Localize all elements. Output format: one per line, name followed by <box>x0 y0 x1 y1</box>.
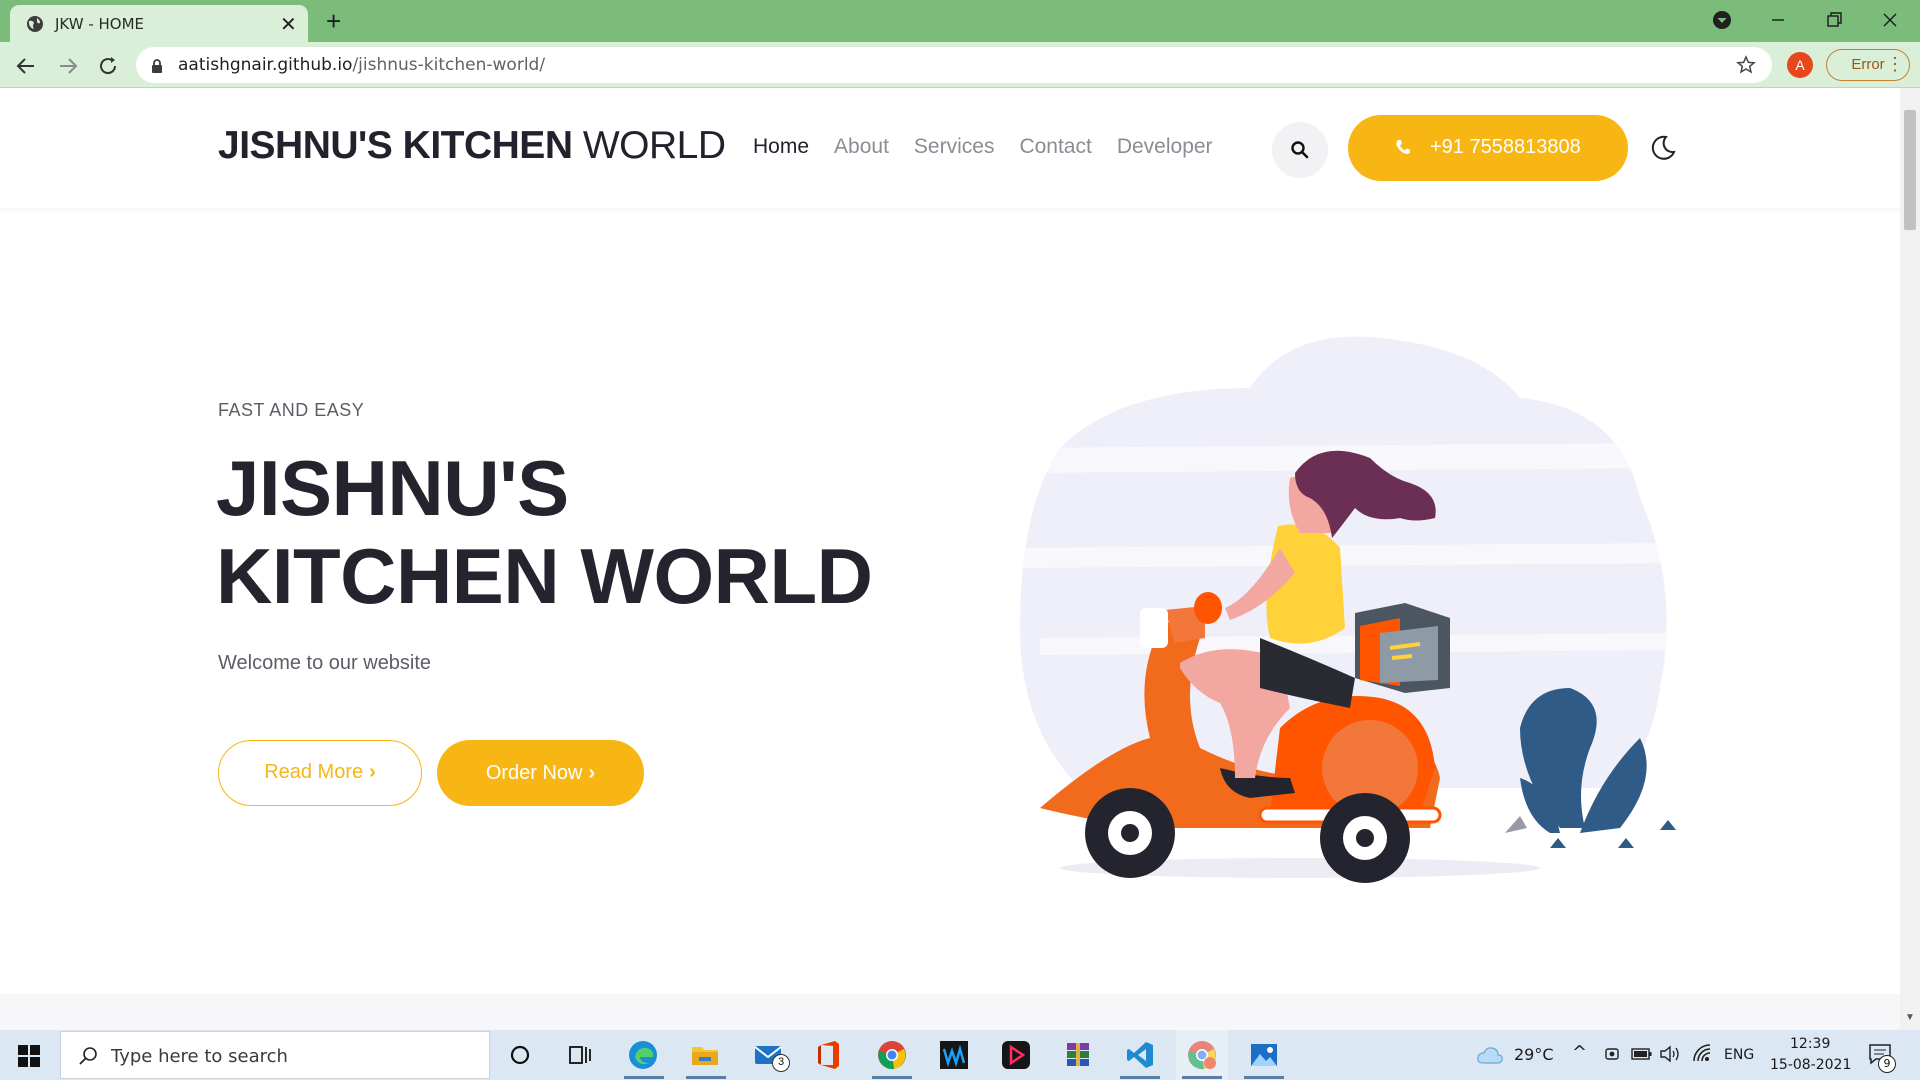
hero-title-line1: JISHNU'S <box>216 444 569 532</box>
read-more-button[interactable]: Read More › <box>218 740 422 806</box>
phone-call-button[interactable]: +91 7558813808 <box>1348 115 1628 181</box>
brand-bold: JISHNU'S KITCHEN <box>218 124 573 167</box>
notification-badge: 9 <box>1878 1055 1896 1073</box>
scrollbar-thumb[interactable] <box>1904 110 1916 230</box>
language-indicator[interactable]: ENG <box>1724 1047 1754 1063</box>
profile-avatar[interactable]: A <box>1787 52 1813 78</box>
chevron-right-icon: › <box>588 762 596 784</box>
clock-time[interactable]: 12:39 <box>1790 1036 1830 1052</box>
page-scrollbar[interactable]: ▼ <box>1900 88 1920 1030</box>
office-icon[interactable] <box>813 1039 845 1071</box>
vscode-running-indicator <box>1120 1076 1160 1079</box>
mail-badge: 3 <box>772 1054 790 1072</box>
site-header: JISHNU'S KITCHEN WORLD Home About Servic… <box>0 88 1900 208</box>
chrome-profile-running-indicator <box>1182 1076 1222 1079</box>
nav-about[interactable]: About <box>834 135 889 159</box>
taskbar-search-input[interactable]: Type here to search <box>60 1031 490 1079</box>
tab-title: JKW - HOME <box>55 15 145 33</box>
windows-taskbar: Type here to search 3 29°C ^ ENG 12:39 1… <box>0 1030 1920 1080</box>
search-button[interactable] <box>1272 122 1328 178</box>
reload-icon[interactable] <box>96 54 120 78</box>
clock-date[interactable]: 15-08-2021 <box>1770 1057 1851 1073</box>
read-more-label: Read More <box>264 761 364 783</box>
meet-now-icon[interactable] <box>1604 1045 1620 1063</box>
search-icon <box>1291 141 1309 159</box>
address-bar[interactable]: aatishgnair.github.io/jishnus-kitchen-wo… <box>136 47 1772 83</box>
edge-browser-icon[interactable] <box>627 1039 659 1071</box>
photos-icon[interactable] <box>1248 1039 1280 1071</box>
hero-eyebrow: FAST AND EASY <box>218 400 365 420</box>
url-text: aatishgnair.github.io/jishnus-kitchen-wo… <box>178 55 545 75</box>
web-page: JISHNU'S KITCHEN WORLD Home About Servic… <box>0 88 1900 1030</box>
order-now-button[interactable]: Order Now › <box>437 740 644 806</box>
restore-icon[interactable] <box>1820 6 1848 34</box>
hero-title-line2: KITCHEN WORLD <box>216 532 873 620</box>
lock-icon[interactable] <box>150 58 164 74</box>
chrome-running-indicator <box>872 1076 912 1079</box>
weather-cloud-icon[interactable] <box>1476 1043 1504 1067</box>
chevron-right-icon: › <box>369 761 376 783</box>
next-section-edge <box>0 994 1900 1030</box>
volume-icon[interactable] <box>1659 1044 1681 1064</box>
bookmark-star-icon[interactable] <box>1736 55 1756 75</box>
file-explorer-icon[interactable] <box>689 1039 721 1071</box>
tab-search-icon[interactable] <box>1708 6 1736 34</box>
menu-dots-icon[interactable]: ⋮ <box>1886 54 1904 75</box>
waves-app-icon[interactable] <box>938 1039 970 1071</box>
dark-mode-toggle-icon[interactable] <box>1648 133 1678 163</box>
photos-running-indicator <box>1244 1076 1284 1079</box>
battery-icon[interactable] <box>1631 1047 1653 1061</box>
nav-developer[interactable]: Developer <box>1117 135 1213 159</box>
globe-icon <box>27 16 43 32</box>
wifi-icon[interactable] <box>1691 1044 1713 1064</box>
error-label: Error <box>1851 56 1885 73</box>
new-tab-button[interactable]: + <box>326 6 341 37</box>
site-logo[interactable]: JISHNU'S KITCHEN WORLD <box>218 124 726 168</box>
url-host: aatishgnair.github.io <box>178 55 353 75</box>
edge-running-indicator <box>624 1076 664 1079</box>
nav-services[interactable]: Services <box>914 135 995 159</box>
back-arrow-icon[interactable] <box>14 54 38 78</box>
task-view-icon[interactable] <box>564 1039 596 1071</box>
tab-close-icon[interactable]: ✕ <box>280 12 297 37</box>
browser-tab-strip: JKW - HOME ✕ + <box>0 0 1920 42</box>
browser-tab[interactable]: JKW - HOME ✕ <box>10 5 308 42</box>
search-placeholder: Type here to search <box>111 1046 288 1067</box>
order-now-label: Order Now <box>485 762 583 784</box>
vscode-icon[interactable] <box>1124 1039 1156 1071</box>
explorer-running-indicator <box>686 1076 726 1079</box>
browser-toolbar: aatishgnair.github.io/jishnus-kitchen-wo… <box>0 42 1920 88</box>
weather-temp[interactable]: 29°C <box>1514 1045 1554 1064</box>
nav-contact[interactable]: Contact <box>1019 135 1091 159</box>
phone-number: +91 7558813808 <box>1430 136 1581 158</box>
phone-icon <box>1396 140 1410 154</box>
cortana-circle-icon[interactable] <box>504 1039 536 1071</box>
video-editor-icon[interactable] <box>1000 1039 1032 1071</box>
active-app-highlight <box>1176 1030 1228 1080</box>
forward-arrow-icon[interactable] <box>56 54 80 78</box>
search-icon <box>79 1047 97 1065</box>
brand-light: WORLD <box>572 124 726 167</box>
tray-chevron-up-icon[interactable]: ^ <box>1572 1042 1587 1063</box>
main-nav: Home About Services Contact Developer <box>753 135 1213 159</box>
scroll-down-arrow-icon[interactable]: ▼ <box>1905 1012 1915 1023</box>
winrar-icon[interactable] <box>1062 1039 1094 1071</box>
delivery-scooter-illustration <box>1000 336 1680 883</box>
hero-title: JISHNU'S KITCHEN WORLD <box>216 444 916 620</box>
hero-subtitle: Welcome to our website <box>218 652 432 674</box>
chrome-icon[interactable] <box>876 1039 908 1071</box>
url-path: /jishnus-kitchen-world/ <box>352 55 546 75</box>
nav-home[interactable]: Home <box>753 135 809 159</box>
minimize-icon[interactable] <box>1764 6 1792 34</box>
windows-start-icon[interactable] <box>18 1045 40 1067</box>
close-window-icon[interactable] <box>1876 6 1904 34</box>
